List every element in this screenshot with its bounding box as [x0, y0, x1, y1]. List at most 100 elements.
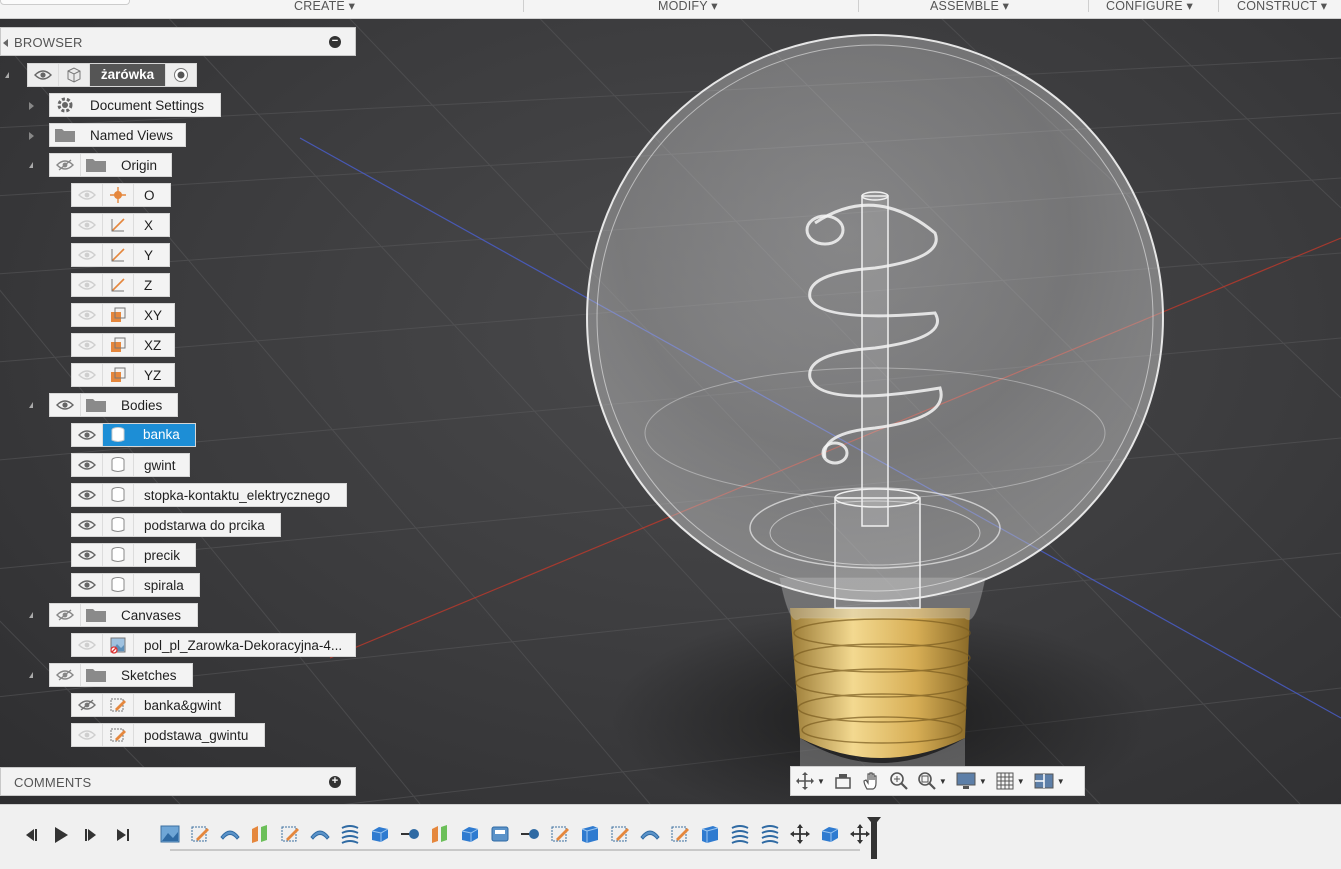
body-feature-icon[interactable]: [369, 823, 391, 845]
configure-menu[interactable]: CONFIGURE ▾: [1106, 0, 1193, 18]
expand-canvases-icon[interactable]: [29, 612, 33, 618]
browser-item-axis-y[interactable]: Y: [71, 243, 170, 267]
browser-item-named-views[interactable]: Named Views: [49, 123, 186, 147]
eye-hidden-icon[interactable]: [72, 694, 103, 716]
sketch-feature-icon[interactable]: [609, 823, 631, 845]
split-feature-icon[interactable]: [429, 823, 451, 845]
move-feature-icon[interactable]: [849, 823, 871, 845]
browser-item-origin-point[interactable]: O: [71, 183, 171, 207]
browser-item-canvases[interactable]: Canvases: [49, 603, 198, 627]
zoom-icon[interactable]: [889, 769, 909, 793]
revolve-feature-icon[interactable]: [639, 823, 661, 845]
eye-icon[interactable]: [72, 184, 103, 206]
browser-item-origin[interactable]: Origin: [49, 153, 172, 177]
expand-origin-icon[interactable]: [29, 162, 33, 168]
eye-icon[interactable]: [72, 574, 103, 596]
eye-icon[interactable]: [72, 544, 103, 566]
joint-feature-icon[interactable]: [399, 823, 421, 845]
coil-feature-icon[interactable]: [759, 823, 781, 845]
timeline-marker[interactable]: [867, 817, 881, 859]
orbit-icon[interactable]: ▼: [795, 769, 825, 793]
coil-feature-icon[interactable]: [339, 823, 361, 845]
browser-item-plane-xy[interactable]: XY: [71, 303, 175, 327]
extrude-feature-icon[interactable]: [699, 823, 721, 845]
radio-active-icon[interactable]: [165, 64, 196, 86]
comments-panel-header[interactable]: COMMENTS +: [0, 767, 356, 796]
browser-root-node[interactable]: żarówka: [27, 63, 197, 87]
eye-icon[interactable]: [72, 334, 103, 356]
create-menu[interactable]: CREATE ▾: [294, 0, 355, 18]
plus-circle-icon[interactable]: +: [329, 776, 341, 788]
eye-icon[interactable]: [72, 634, 103, 656]
browser-item-body-gwint[interactable]: gwint: [71, 453, 190, 477]
fit-zoom-icon[interactable]: ▼: [917, 769, 947, 793]
browser-item-canvas-image[interactable]: pol_pl_Zarowka-Dekoracyjna-4...: [71, 633, 356, 657]
go-to-end-icon[interactable]: [112, 824, 134, 846]
eye-hidden-icon[interactable]: [50, 154, 81, 176]
panel-pin-icon[interactable]: [3, 39, 8, 47]
joint-feature-icon[interactable]: [519, 823, 541, 845]
browser-item-axis-x[interactable]: X: [71, 213, 170, 237]
browser-item-bodies[interactable]: Bodies: [49, 393, 178, 417]
eye-icon[interactable]: [28, 64, 59, 86]
eye-icon[interactable]: [72, 484, 103, 506]
extrude-feature-icon[interactable]: [579, 823, 601, 845]
canvas-viewport[interactable]: [0, 18, 1341, 804]
browser-item-plane-xz[interactable]: XZ: [71, 333, 175, 357]
expand-sketches-icon[interactable]: [29, 672, 33, 678]
play-icon[interactable]: [50, 824, 72, 846]
expand-bodies-icon[interactable]: [29, 402, 33, 408]
minus-circle-icon[interactable]: −: [329, 36, 341, 48]
canvas-feature-icon[interactable]: [159, 823, 181, 845]
split-feature-icon[interactable]: [249, 823, 271, 845]
eye-icon[interactable]: [72, 244, 103, 266]
sketch-feature-icon[interactable]: [279, 823, 301, 845]
step-back-icon[interactable]: [20, 824, 42, 846]
expand-document-settings-icon[interactable]: [29, 102, 34, 110]
browser-item-body-stopka[interactable]: stopka-kontaktu_elektrycznego: [71, 483, 347, 507]
eye-icon[interactable]: [72, 214, 103, 236]
eye-icon[interactable]: [50, 394, 81, 416]
viewports-icon[interactable]: ▼: [1033, 769, 1065, 793]
grid-icon[interactable]: ▼: [995, 769, 1025, 793]
construct-menu[interactable]: CONSTRUCT ▾: [1237, 0, 1327, 18]
move-feature-icon[interactable]: [789, 823, 811, 845]
browser-panel-header[interactable]: BROWSER −: [0, 27, 356, 56]
browser-item-axis-z[interactable]: Z: [71, 273, 170, 297]
assemble-menu[interactable]: ASSEMBLE ▾: [930, 0, 1009, 18]
expand-named-views-icon[interactable]: [29, 132, 34, 140]
modify-menu[interactable]: MODIFY ▾: [658, 0, 718, 18]
eye-icon[interactable]: [72, 274, 103, 296]
browser-item-body-podstarwa[interactable]: podstarwa do prcika: [71, 513, 281, 537]
eye-icon[interactable]: [72, 514, 103, 536]
sketch-feature-icon[interactable]: [669, 823, 691, 845]
browser-item-body-precik[interactable]: precik: [71, 543, 196, 567]
browser-item-body-banka[interactable]: banka: [71, 423, 196, 447]
shell-feature-icon[interactable]: [489, 823, 511, 845]
eye-icon[interactable]: [72, 424, 103, 446]
revolve-feature-icon[interactable]: [219, 823, 241, 845]
coil-feature-icon[interactable]: [729, 823, 751, 845]
browser-item-body-spirala[interactable]: spirala: [71, 573, 200, 597]
revolve-feature-icon[interactable]: [309, 823, 331, 845]
browser-item-sketch-podstawa-gwintu[interactable]: podstawa_gwintu: [71, 723, 265, 747]
eye-icon[interactable]: [72, 724, 103, 746]
step-forward-icon[interactable]: [80, 824, 102, 846]
body-feature-icon[interactable]: [819, 823, 841, 845]
pan-hand-icon[interactable]: [861, 769, 881, 793]
sketch-feature-icon[interactable]: [549, 823, 571, 845]
browser-item-sketch-banka-gwint[interactable]: banka&gwint: [71, 693, 235, 717]
eye-icon[interactable]: [72, 364, 103, 386]
browser-item-plane-yz[interactable]: YZ: [71, 363, 175, 387]
eye-hidden-icon[interactable]: [50, 604, 81, 626]
sketch-feature-icon[interactable]: [189, 823, 211, 845]
browser-item-sketches[interactable]: Sketches: [49, 663, 193, 687]
eye-icon[interactable]: [72, 454, 103, 476]
go-to-start-icon[interactable]: [0, 824, 8, 846]
display-mode-icon[interactable]: ▼: [955, 769, 987, 793]
expand-root-icon[interactable]: [5, 72, 9, 78]
eye-hidden-icon[interactable]: [50, 664, 81, 686]
toolbar-left-button[interactable]: [0, 0, 130, 5]
body-feature-icon[interactable]: [459, 823, 481, 845]
eye-icon[interactable]: [72, 304, 103, 326]
